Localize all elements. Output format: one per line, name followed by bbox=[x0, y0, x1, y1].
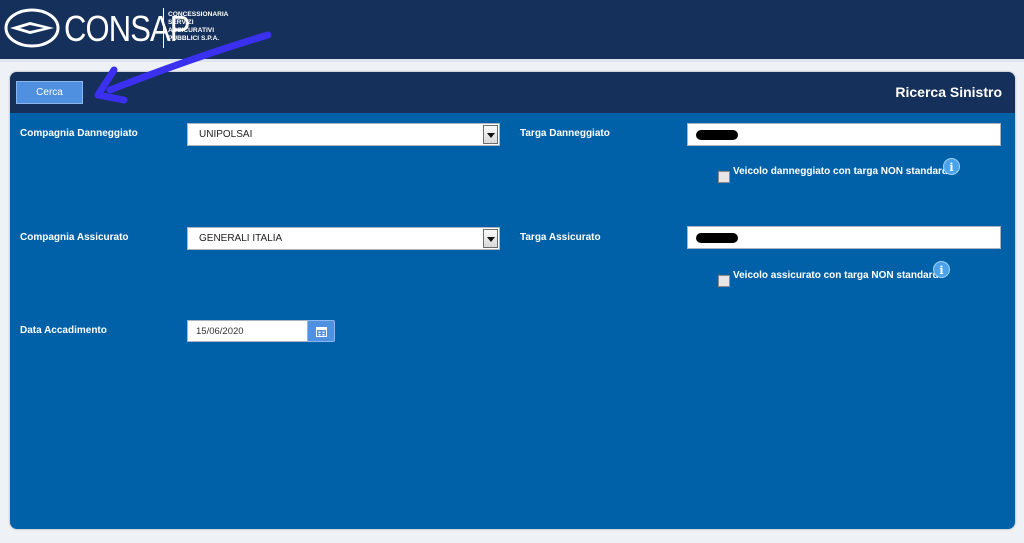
compagnia-assicurato-value: GENERALI ITALIA bbox=[199, 233, 283, 244]
chevron-down-icon[interactable] bbox=[483, 229, 498, 248]
compagnia-danneggiato-value: UNIPOLSAI bbox=[199, 129, 253, 140]
nonstandard-assicurato-label: Veicolo assicurato con targa NON standar… bbox=[733, 270, 939, 281]
nonstandard-danneggiato-checkbox[interactable] bbox=[718, 171, 730, 183]
logo-tagline-line: ASSICURATIVI bbox=[168, 27, 215, 34]
data-accadimento-label: Data Accadimento bbox=[20, 325, 107, 336]
top-header: CONSAP CONCESSIONARIA SERVIZI ASSICURATI… bbox=[0, 0, 1024, 59]
logo-tagline-line: SERVIZI bbox=[168, 19, 194, 26]
compagnia-danneggiato-label: Compagnia Danneggiato bbox=[20, 128, 138, 139]
search-panel: Cerca Ricerca Sinistro Compagnia Dannegg… bbox=[10, 72, 1015, 529]
data-accadimento-input[interactable]: 15/06/2020 bbox=[187, 320, 309, 342]
calendar-icon bbox=[316, 327, 327, 337]
panel-title: Ricerca Sinistro bbox=[895, 84, 1002, 100]
info-icon[interactable]: i bbox=[943, 158, 960, 175]
targa-assicurato-input[interactable] bbox=[687, 226, 1001, 249]
targa-danneggiato-input[interactable] bbox=[687, 123, 1001, 146]
cerca-button[interactable]: Cerca bbox=[16, 81, 83, 104]
header-divider bbox=[0, 59, 1024, 62]
targa-assicurato-label: Targa Assicurato bbox=[520, 232, 601, 243]
info-icon[interactable]: i bbox=[933, 261, 950, 278]
redacted-value bbox=[696, 130, 738, 140]
panel-header: Cerca Ricerca Sinistro bbox=[10, 72, 1015, 113]
targa-danneggiato-label: Targa Danneggiato bbox=[520, 128, 610, 139]
logo-tagline: CONCESSIONARIA SERVIZI ASSICURATIVI PUBB… bbox=[168, 11, 232, 43]
compagnia-assicurato-label: Compagnia Assicurato bbox=[20, 232, 129, 243]
compagnia-assicurato-select[interactable]: GENERALI ITALIA bbox=[187, 227, 500, 250]
nonstandard-assicurato-checkbox[interactable] bbox=[718, 275, 730, 287]
nonstandard-danneggiato-label: Veicolo danneggiato con targa NON standa… bbox=[733, 166, 949, 177]
redacted-value bbox=[696, 233, 738, 243]
chevron-down-icon[interactable] bbox=[483, 125, 498, 144]
compagnia-danneggiato-select[interactable]: UNIPOLSAI bbox=[187, 123, 500, 146]
logo-tagline-line: CONCESSIONARIA bbox=[168, 11, 229, 18]
calendar-button[interactable] bbox=[307, 320, 335, 342]
consap-logo-icon bbox=[4, 8, 60, 48]
logo-divider bbox=[163, 8, 164, 48]
data-accadimento-value: 15/06/2020 bbox=[196, 326, 244, 337]
logo-tagline-line: PUBBLICI S.P.A. bbox=[168, 35, 220, 42]
